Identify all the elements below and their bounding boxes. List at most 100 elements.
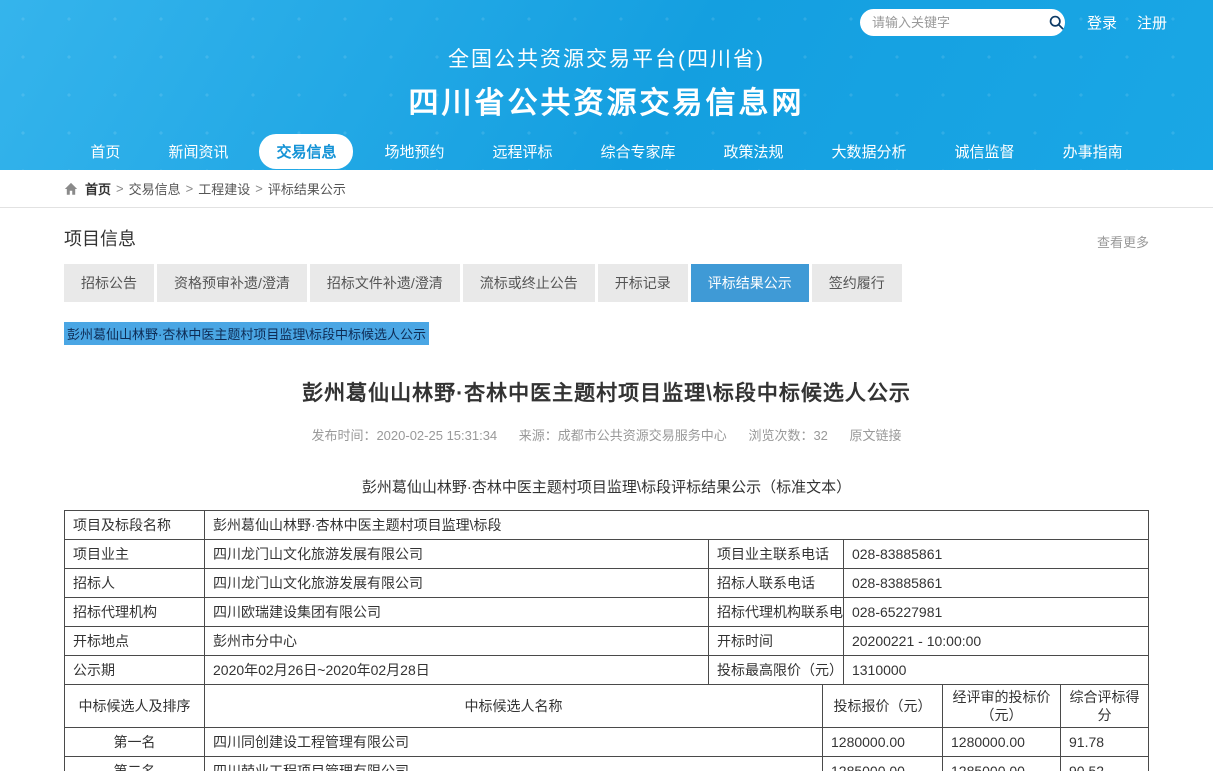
value-cell: 1310000 bbox=[843, 656, 1148, 685]
label-cell: 项目业主联系电话 bbox=[708, 540, 843, 569]
nav-item-guide[interactable]: 办事指南 bbox=[1046, 134, 1140, 169]
nav-item-integrity[interactable]: 诚信监督 bbox=[938, 134, 1032, 169]
label-cell: 招标人 bbox=[65, 569, 205, 598]
table-row: 第二名 四川兢业工程项目管理有限公司 1285000.00 1285000.00… bbox=[65, 757, 1149, 771]
nav-item-home[interactable]: 首页 bbox=[73, 134, 137, 169]
auth-links: 登录 注册 bbox=[1087, 12, 1167, 33]
table-row: 项目业主 四川龙门山文化旅游发展有限公司 项目业主联系电话 028-838858… bbox=[65, 540, 1149, 569]
column-header: 投标报价（元） bbox=[823, 685, 943, 728]
source: 来源：成都市公共资源交易服务中心 bbox=[519, 428, 727, 443]
score-cell: 90.52 bbox=[1061, 757, 1149, 771]
nav-item-remote-evaluation[interactable]: 远程评标 bbox=[475, 134, 569, 169]
label-cell: 项目及标段名称 bbox=[65, 511, 205, 540]
tab-bid-opening-record[interactable]: 开标记录 bbox=[598, 264, 688, 302]
document-subtitle: 彭州葛仙山林野·杏林中医主题村项目监理\标段评标结果公示（标准文本） bbox=[64, 476, 1149, 497]
home-icon bbox=[64, 182, 78, 196]
label-cell: 招标人联系电话 bbox=[708, 569, 843, 598]
column-header: 综合评标得分 bbox=[1061, 685, 1149, 728]
value-cell: 028-83885861 bbox=[843, 569, 1148, 598]
site-header: 登录 注册 全国公共资源交易平台(四川省) 四川省公共资源交易信息网 首页 新闻… bbox=[0, 0, 1213, 170]
breadcrumb-separator: > bbox=[186, 181, 194, 196]
tab-contract-performance[interactable]: 签约履行 bbox=[812, 264, 902, 302]
price-cell: 1285000.00 bbox=[823, 757, 943, 771]
search-input[interactable] bbox=[872, 15, 1048, 30]
tab-bid-doc-supplement[interactable]: 招标文件补遗/澄清 bbox=[310, 264, 460, 302]
breadcrumb-separator: > bbox=[255, 181, 263, 196]
label-cell: 投标最高限价（元） bbox=[708, 656, 843, 685]
topbar: 登录 注册 bbox=[0, 0, 1213, 36]
table-row: 开标地点 彭州市分中心 开标时间 20200221 - 10:00:00 bbox=[65, 627, 1149, 656]
search-box bbox=[860, 9, 1065, 36]
article-meta: 发布时间：2020-02-25 15:31:34 来源：成都市公共资源交易服务中… bbox=[64, 425, 1149, 444]
platform-title: 全国公共资源交易平台(四川省) bbox=[0, 43, 1213, 73]
main-nav: 首页 新闻资讯 交易信息 场地预约 远程评标 综合专家库 政策法规 大数据分析 … bbox=[0, 134, 1213, 169]
label-cell: 开标地点 bbox=[65, 627, 205, 656]
search-icon[interactable] bbox=[1048, 14, 1065, 31]
value-cell: 2020年02月26日~2020年02月28日 bbox=[205, 656, 709, 685]
tab-failed-or-terminated[interactable]: 流标或终止公告 bbox=[463, 264, 595, 302]
column-header: 中标候选人名称 bbox=[205, 685, 823, 728]
value-cell: 028-83885861 bbox=[843, 540, 1148, 569]
main-content: 项目信息 查看更多 招标公告 资格预审补遗/澄清 招标文件补遗/澄清 流标或终止… bbox=[64, 208, 1149, 771]
tab-evaluation-result[interactable]: 评标结果公示 bbox=[691, 264, 809, 302]
reviewed-price-cell: 1285000.00 bbox=[943, 757, 1061, 771]
nav-item-news[interactable]: 新闻资讯 bbox=[151, 134, 245, 169]
nav-item-big-data[interactable]: 大数据分析 bbox=[815, 134, 924, 169]
breadcrumb-bar: 首页 > 交易信息 > 工程建设 > 评标结果公示 bbox=[0, 170, 1213, 208]
nav-item-trade-info[interactable]: 交易信息 bbox=[259, 134, 353, 169]
breadcrumb-trade-info[interactable]: 交易信息 bbox=[129, 179, 181, 198]
label-cell: 开标时间 bbox=[708, 627, 843, 656]
view-more-link[interactable]: 查看更多 bbox=[1097, 232, 1149, 251]
breadcrumb-current: 评标结果公示 bbox=[268, 179, 346, 198]
view-count: 浏览次数：32 bbox=[748, 428, 827, 443]
label-cell: 招标代理机构 bbox=[65, 598, 205, 627]
breadcrumb-engineering[interactable]: 工程建设 bbox=[198, 179, 250, 198]
original-link[interactable]: 原文链接 bbox=[850, 428, 902, 443]
breadcrumb: 首页 > 交易信息 > 工程建设 > 评标结果公示 bbox=[64, 170, 1149, 207]
value-cell: 四川龙门山文化旅游发展有限公司 bbox=[205, 569, 709, 598]
site-title: 四川省公共资源交易信息网 bbox=[0, 78, 1213, 122]
candidate-name-cell: 四川同创建设工程管理有限公司 bbox=[205, 728, 823, 757]
publish-time: 发布时间：2020-02-25 15:31:34 bbox=[311, 428, 497, 443]
tab-prequalification-supplement[interactable]: 资格预审补遗/澄清 bbox=[157, 264, 307, 302]
announcement-list: 彭州葛仙山林野·杏林中医主题村项目监理\标段中标候选人公示 bbox=[64, 322, 1149, 345]
rank-cell: 第一名 bbox=[65, 728, 205, 757]
column-header: 经评审的投标价（元） bbox=[943, 685, 1061, 728]
category-tabs: 招标公告 资格预审补遗/澄清 招标文件补遗/澄清 流标或终止公告 开标记录 评标… bbox=[64, 264, 1149, 302]
bid-info-table: 项目及标段名称 彭州葛仙山林野·杏林中医主题村项目监理\标段 项目业主 四川龙门… bbox=[64, 510, 1149, 685]
value-cell: 彭州葛仙山林野·杏林中医主题村项目监理\标段 bbox=[205, 511, 1149, 540]
site-titles: 全国公共资源交易平台(四川省) 四川省公共资源交易信息网 bbox=[0, 43, 1213, 122]
table-row: 项目及标段名称 彭州葛仙山林野·杏林中医主题村项目监理\标段 bbox=[65, 511, 1149, 540]
login-link[interactable]: 登录 bbox=[1087, 12, 1117, 33]
breadcrumb-home[interactable]: 首页 bbox=[85, 179, 111, 198]
score-cell: 91.78 bbox=[1061, 728, 1149, 757]
table-row: 第一名 四川同创建设工程管理有限公司 1280000.00 1280000.00… bbox=[65, 728, 1149, 757]
article-title: 彭州葛仙山林野·杏林中医主题村项目监理\标段中标候选人公示 bbox=[64, 377, 1149, 407]
reviewed-price-cell: 1280000.00 bbox=[943, 728, 1061, 757]
candidate-name-cell: 四川兢业工程项目管理有限公司 bbox=[205, 757, 823, 771]
label-cell: 项目业主 bbox=[65, 540, 205, 569]
value-cell: 028-65227981 bbox=[843, 598, 1148, 627]
nav-item-venue-booking[interactable]: 场地预约 bbox=[367, 134, 461, 169]
label-cell: 公示期 bbox=[65, 656, 205, 685]
table-header-row: 中标候选人及排序 中标候选人名称 投标报价（元） 经评审的投标价（元） 综合评标… bbox=[65, 685, 1149, 728]
breadcrumb-separator: > bbox=[116, 181, 124, 196]
table-row: 公示期 2020年02月26日~2020年02月28日 投标最高限价（元） 13… bbox=[65, 656, 1149, 685]
label-cell: 招标代理机构联系电话 bbox=[708, 598, 843, 627]
value-cell: 四川龙门山文化旅游发展有限公司 bbox=[205, 540, 709, 569]
page-title: 项目信息 bbox=[64, 225, 136, 251]
value-cell: 彭州市分中心 bbox=[205, 627, 709, 656]
table-row: 招标人 四川龙门山文化旅游发展有限公司 招标人联系电话 028-83885861 bbox=[65, 569, 1149, 598]
rank-cell: 第二名 bbox=[65, 757, 205, 771]
value-cell: 20200221 - 10:00:00 bbox=[843, 627, 1148, 656]
price-cell: 1280000.00 bbox=[823, 728, 943, 757]
nav-item-expert-pool[interactable]: 综合专家库 bbox=[584, 134, 693, 169]
nav-item-policies[interactable]: 政策法规 bbox=[707, 134, 801, 169]
value-cell: 四川欧瑞建设集团有限公司 bbox=[205, 598, 709, 627]
column-header: 中标候选人及排序 bbox=[65, 685, 205, 728]
tab-bid-announcement[interactable]: 招标公告 bbox=[64, 264, 154, 302]
register-link[interactable]: 注册 bbox=[1137, 12, 1167, 33]
selected-announcement-link[interactable]: 彭州葛仙山林野·杏林中医主题村项目监理\标段中标候选人公示 bbox=[64, 322, 429, 345]
table-row: 招标代理机构 四川欧瑞建设集团有限公司 招标代理机构联系电话 028-65227… bbox=[65, 598, 1149, 627]
candidates-table: 中标候选人及排序 中标候选人名称 投标报价（元） 经评审的投标价（元） 综合评标… bbox=[64, 684, 1149, 771]
